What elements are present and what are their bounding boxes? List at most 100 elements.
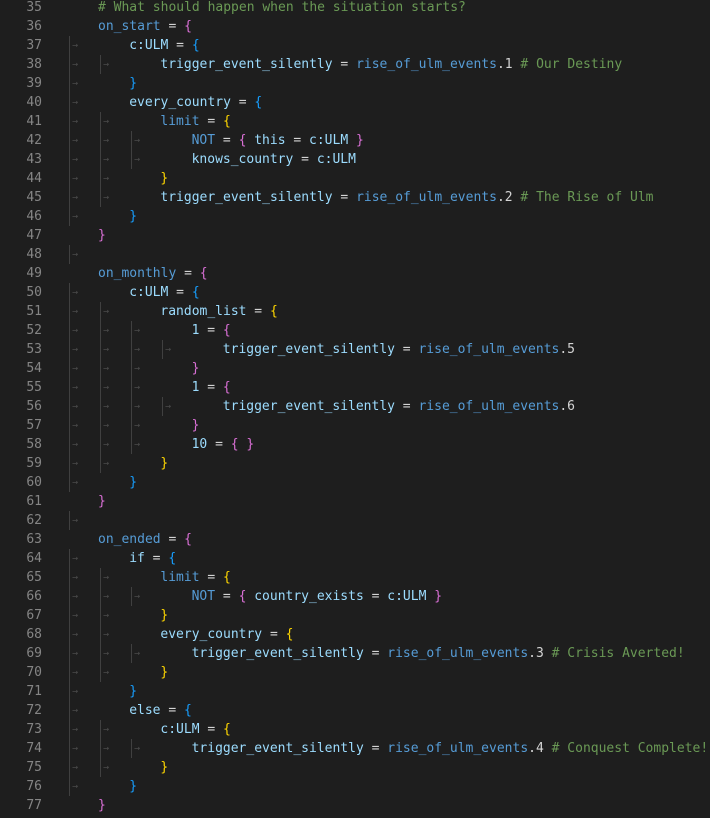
- code-token: }: [98, 798, 106, 813]
- code-text: }: [98, 492, 106, 511]
- code-line[interactable]: 45 → → trigger_event_silently = rise_of_ulm…: [0, 188, 710, 207]
- code-token: .4: [528, 741, 544, 756]
- code-line[interactable]: 77}: [0, 796, 710, 815]
- indent-guide: [100, 568, 101, 587]
- indent-guide: [69, 359, 70, 378]
- indent-guide: [131, 340, 132, 359]
- code-line[interactable]: 69 → → → trigger_event_silently = rise_of_ul…: [0, 644, 710, 663]
- code-token: rise_of_ulm_events: [418, 399, 560, 414]
- code-line[interactable]: 58 → → → 10 = { }: [0, 435, 710, 454]
- line-number: 46: [26, 209, 42, 224]
- indent-guide: [100, 302, 101, 321]
- tab-arrow-icon: →: [72, 667, 79, 678]
- code-token: rise_of_ulm_events: [387, 646, 529, 661]
- code-line[interactable]: 62 →: [0, 511, 710, 530]
- code-token: {: [254, 95, 263, 110]
- code-line[interactable]: 48 →: [0, 245, 710, 264]
- line-number: 49: [26, 266, 42, 281]
- tab-arrow-icon: →: [134, 344, 141, 355]
- tab-arrow-icon: →: [72, 363, 79, 374]
- code-editor[interactable]: 35 # What should happen when the situatio…: [0, 0, 710, 818]
- code-line[interactable]: 76 →}: [0, 777, 710, 796]
- code-token: NOT: [191, 133, 216, 148]
- code-line[interactable]: 63 on_ended = {: [0, 530, 710, 549]
- line-number: 63: [26, 532, 42, 547]
- code-token: random_list: [160, 304, 247, 319]
- code-token: =: [199, 380, 223, 395]
- tab-arrow-icon: →: [103, 192, 110, 203]
- code-line[interactable]: 68 → → every_country = {: [0, 625, 710, 644]
- code-text: }: [160, 454, 168, 473]
- code-line[interactable]: 44 → →}: [0, 169, 710, 188]
- code-line[interactable]: 73 → → c:ULM = {: [0, 720, 710, 739]
- code-line[interactable]: 39 →}: [0, 74, 710, 93]
- tab-arrow-icon: →: [103, 458, 110, 469]
- indent-guide: [100, 359, 101, 378]
- code-token: =: [293, 152, 317, 167]
- indent-guide: [100, 454, 101, 473]
- code-token: 10: [191, 437, 208, 452]
- indent-guide: [69, 435, 70, 454]
- code-line[interactable]: 74 → → → trigger_event_silently = rise_of_ul…: [0, 739, 710, 758]
- indent-guide: [69, 720, 70, 739]
- code-text: }: [129, 682, 137, 701]
- code-line[interactable]: 42 → → → NOT = { this = c:ULM }: [0, 131, 710, 150]
- code-line[interactable]: 56 → → → → trigger_event_silently = rise_of_u…: [0, 397, 710, 416]
- code-text: }: [98, 226, 106, 245]
- code-line[interactable]: 67 → →}: [0, 606, 710, 625]
- tab-arrow-icon: →: [72, 629, 79, 640]
- code-text: on_start = {: [98, 17, 192, 36]
- code-line[interactable]: 64 → if = {: [0, 549, 710, 568]
- code-token: limit: [160, 114, 200, 129]
- code-line[interactable]: 59 → →}: [0, 454, 710, 473]
- code-line[interactable]: 71 →}: [0, 682, 710, 701]
- code-token: {: [184, 19, 192, 34]
- code-line[interactable]: 55 → → → 1 = {: [0, 378, 710, 397]
- code-line[interactable]: 49 on_monthly = {: [0, 264, 710, 283]
- code-line[interactable]: 52 → → → 1 = {: [0, 321, 710, 340]
- tab-arrow-icon: →: [134, 439, 141, 450]
- indent-guide: [100, 758, 101, 777]
- code-line[interactable]: 46 →}: [0, 207, 710, 226]
- indent-guide: [100, 340, 101, 359]
- code-text: }: [160, 663, 168, 682]
- code-token: {: [269, 304, 278, 319]
- tab-arrow-icon: →: [72, 401, 79, 412]
- code-line[interactable]: 47}: [0, 226, 710, 245]
- code-line[interactable]: 38 → → trigger_event_silently = rise_of_ulm…: [0, 55, 710, 74]
- line-number: 38: [26, 57, 42, 72]
- code-line[interactable]: 35 # What should happen when the situatio…: [0, 0, 710, 17]
- code-line[interactable]: 57 → → →}: [0, 416, 710, 435]
- code-text: }: [160, 606, 168, 625]
- code-line[interactable]: 65 → → limit = {: [0, 568, 710, 587]
- code-line[interactable]: 43 → → → knows_country = c:ULM: [0, 150, 710, 169]
- tab-arrow-icon: →: [72, 705, 79, 716]
- indent-guide: [131, 321, 132, 340]
- code-token: # Crisis Averted!: [543, 646, 685, 661]
- code-line[interactable]: 50 → c:ULM = {: [0, 283, 710, 302]
- indent-guide: [131, 644, 132, 663]
- line-number: 51: [26, 304, 42, 319]
- code-line[interactable]: 61}: [0, 492, 710, 511]
- code-line[interactable]: 51 → → random_list = {: [0, 302, 710, 321]
- code-line[interactable]: 53 → → → → trigger_event_silently = rise_of_u…: [0, 340, 710, 359]
- tab-arrow-icon: →: [103, 591, 110, 602]
- line-number: 47: [26, 228, 42, 243]
- code-text: }: [160, 758, 168, 777]
- code-line[interactable]: 37 → c:ULM = {: [0, 36, 710, 55]
- indent-guide: [131, 435, 132, 454]
- code-line[interactable]: 66 → → → NOT = { country_exists = c:ULM }: [0, 587, 710, 606]
- code-line[interactable]: 40 → every_country = {: [0, 93, 710, 112]
- code-line[interactable]: 70 → →}: [0, 663, 710, 682]
- code-line[interactable]: 54 → → →}: [0, 359, 710, 378]
- tab-arrow-icon: →: [103, 325, 110, 336]
- code-line[interactable]: 41 → → limit = {: [0, 112, 710, 131]
- tab-arrow-icon: →: [103, 724, 110, 735]
- code-line[interactable]: 72 → else = {: [0, 701, 710, 720]
- indent-guide: [69, 74, 70, 93]
- line-number: 61: [26, 494, 42, 509]
- code-line[interactable]: 60 →}: [0, 473, 710, 492]
- tab-arrow-icon: →: [72, 78, 79, 89]
- code-line[interactable]: 75 → →}: [0, 758, 710, 777]
- code-line[interactable]: 36 on_start = {: [0, 17, 710, 36]
